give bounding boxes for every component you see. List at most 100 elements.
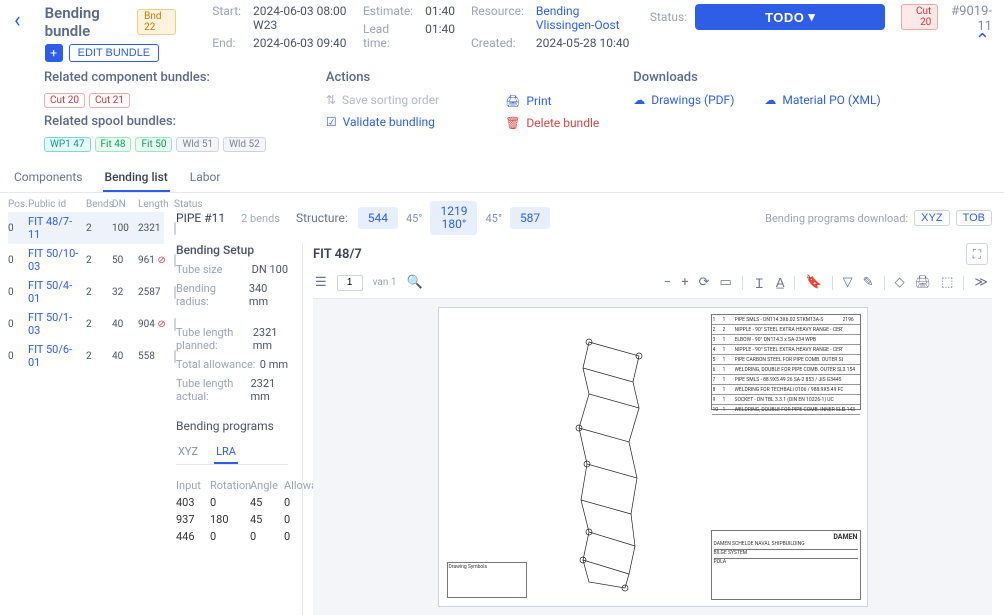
trash-icon: 🗑 [505,116,520,130]
bundle-badge: Bnd 22 [137,9,176,35]
actions-title: Actions [326,70,505,85]
spool-chip[interactable]: Wld 52 [223,137,266,152]
bend-radius-label: Bending radius: [176,282,249,308]
len-actual-value: 2321 mm [250,377,288,403]
structure-label: Structure: [296,211,348,225]
drawing-title: FIT 48/7 [313,247,362,262]
sort-icon: ⇅ [326,93,336,107]
estimate-label: Estimate: [363,4,413,18]
structure-segment[interactable]: 1219180° [430,201,477,235]
bom-row: 91SOCKET - DN TBL 3.3.1 (DIN EN 10226-1)… [712,395,860,405]
tube-size-value: DN 100 [252,263,288,276]
bp-tab-lra[interactable]: LRA [214,443,238,464]
highlight-icon[interactable]: ▽ [843,275,853,290]
download-icon[interactable]: ⬚ [941,275,953,290]
expand-button[interactable]: ⛶ [966,243,988,265]
save-sorting-action: ⇅Save sorting order [326,93,505,107]
bom-row: 41NIPPLE - 90° STEEL EXTRA HEAVY RANGE -… [712,345,860,355]
bom-row: 22NIPPLE - 90° STEEL EXTRA HEAVY RANGE -… [712,325,860,335]
sidebar-toggle-icon[interactable]: ☰ [315,275,327,290]
download-tob-button[interactable]: TOB [956,210,992,226]
list-row[interactable]: 0FIT 50/10-03250961 ⊘ [8,244,164,276]
print-icon[interactable]: 🖨 [915,275,932,290]
resource-link[interactable]: Bending Vlissingen-Oost [536,4,634,32]
draw-icon[interactable]: ✎ [863,275,874,290]
bom-row: 31ELBOW - 90° DN114.3 x SA-234 WPB [712,335,860,345]
schedule-block: Start: 2024-06-03 08:00 W23 End: 2024-06… [212,4,347,50]
created-label: Created: [471,36,524,50]
list-row[interactable]: 0FIT 50/1-03240904 ⊘ [8,308,164,340]
validate-action[interactable]: ☑Validate bundling [326,115,505,129]
annotation-text-icon[interactable]: A̲ [776,275,785,291]
zoom-out-icon[interactable]: − [664,275,671,290]
download-material-po[interactable]: ☁Material PO (XML) [764,93,880,107]
status-dropdown[interactable]: TODO▾ [695,4,885,30]
back-button[interactable]: ‹ [6,4,29,33]
structure-segment[interactable]: 544 [358,207,398,229]
search-icon[interactable]: 🔍 [407,275,423,290]
list-row[interactable]: 0FIT 50/6-01240558 [8,340,164,372]
spool-chip[interactable]: Fit 48 [95,137,132,152]
bom-row: 81WELDRING FOR TECHBALI 0106 / 988.9X5.4… [712,385,860,395]
resource-label: Resource: [471,4,524,32]
fit-icon[interactable]: ▭ [720,275,732,290]
zoom-in-icon[interactable]: + [681,275,688,290]
bending-programs-dl-label: Bending programs download: [765,212,908,225]
add-button[interactable]: + [45,44,63,62]
download-xyz-button[interactable]: XYZ [914,210,949,226]
status-block: Status: TODO▾ [650,4,886,30]
cloud-download-icon: ☁ [633,93,645,107]
cloud-download-icon: ☁ [764,93,776,107]
tab-labor[interactable]: Labor [188,164,223,192]
allowance-label: Total allowance: [176,358,255,371]
related-spools-title: Related spool bundles: [44,114,326,129]
list-row[interactable]: 0FIT 48/7-1121002321 [8,212,164,244]
tab-components[interactable]: Components [12,164,85,192]
page-input[interactable] [337,275,363,291]
allowance-value: 0 mm [260,358,288,371]
len-actual-label: Tube length actual: [176,377,250,403]
spool-chip[interactable]: Wld 51 [176,137,219,152]
end-label: End: [212,36,241,50]
more-icon[interactable]: ≫ [974,275,988,290]
estimate-value: 01:40 [425,4,455,18]
len-planned-label: Tube length planned: [176,326,253,352]
cut-badge: Cut 20 [901,4,938,30]
bending-setup-title: Bending Setup [176,243,288,257]
bending-programs-title: Bending programs [176,419,288,433]
bom-row: 71PIPE SMLS - 88.9X5.49 26 SA-2 853 / JI… [712,375,860,385]
collapse-button[interactable]: ⌃ [975,30,990,51]
bom-row: 51PIPE CARBON STEEL FOR PIPE COMB. OUTER… [712,355,860,365]
structure-angle: 45° [483,212,503,225]
status-label: Status: [650,10,687,24]
estimate-block: Estimate: 01:40 Lead time: 01:40 [363,4,455,50]
delete-action[interactable]: 🗑Delete bundle [505,116,633,130]
start-value: 2024-06-03 08:00 W23 [253,4,347,32]
drawing-sheet: 11PIPE SMLS - DN114.3X6.02 STKM13A-S2196… [438,307,868,607]
edit-bundle-button[interactable]: EDIT BUNDLE [69,44,160,62]
tab-bending-list[interactable]: Bending list [103,164,170,192]
resource-block: Resource: Bending Vlissingen-Oost Create… [471,4,634,50]
pdf-toolbar: ☰ van 1 🔍 − + ⟳ ▭ Ｉ A̲ 🔖 [313,271,992,299]
print-action[interactable]: 🖨Print [505,94,633,108]
list-header: Pos.Public idBendsDNLengthStatus [8,197,164,212]
component-chip[interactable]: Cut 21 [89,93,130,108]
structure-angle: 45° [404,212,424,225]
erase-icon[interactable]: ◇ [895,275,905,290]
list-row[interactable]: 0FIT 50/4-012322587 [8,276,164,308]
spool-chip[interactable]: WP1 47 [44,137,91,152]
created-value: 2024-05-28 10:40 [536,36,634,50]
error-icon: ⊘ [157,255,165,266]
download-drawings[interactable]: ☁Drawings (PDF) [633,93,734,107]
page-of: van 1 [373,277,397,288]
bp-row: 446000 [176,528,288,545]
len-planned-value: 2321 mm [253,326,288,352]
rotate-icon[interactable]: ⟳ [699,275,710,290]
text-select-icon[interactable]: Ｉ [753,273,766,292]
bookmark-icon[interactable]: 🔖 [805,275,821,290]
component-chip[interactable]: Cut 20 [44,93,85,108]
structure-segment[interactable]: 587 [510,207,550,229]
spool-chip[interactable]: Fit 50 [135,137,172,152]
bp-tab-xyz[interactable]: XYZ [176,443,200,464]
drawing-canvas[interactable]: 11PIPE SMLS - DN114.3X6.02 STKM13A-S2196… [313,299,992,615]
